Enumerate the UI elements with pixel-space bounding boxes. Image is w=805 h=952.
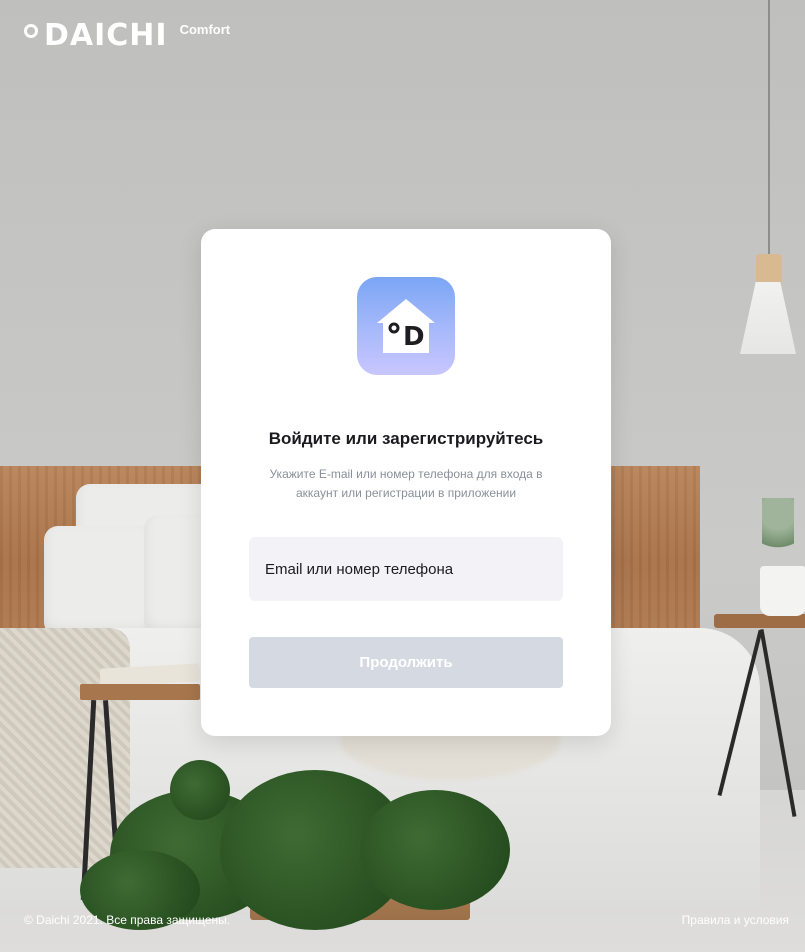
side-table-top [714, 614, 805, 628]
plant-pot [760, 566, 805, 616]
brand-logo: DAICHI Comfort [24, 20, 230, 52]
login-card: D Войдите или зарегистрируйтесь Укажите … [201, 229, 611, 736]
continue-button[interactable]: Продолжить [249, 637, 563, 688]
page-subtitle: Укажите E-mail или номер телефона для вх… [269, 467, 543, 500]
brand-dot-icon [24, 24, 38, 38]
pendant-lamp-cord [768, 0, 770, 256]
terms-link[interactable]: Правила и условия [682, 913, 789, 927]
pendant-lamp-cap [756, 254, 782, 284]
brand-subtitle: Comfort [179, 22, 231, 37]
svg-text:D: D [403, 322, 425, 352]
brand-name: DAICHI [44, 18, 168, 53]
house-logo-icon: D [377, 299, 435, 353]
bench-top [80, 684, 200, 700]
green-plant [360, 790, 510, 910]
page-title: Войдите или зарегистрируйтесь [268, 429, 544, 448]
daichi-home-app-icon: D [357, 277, 455, 375]
email-or-phone-input[interactable] [249, 537, 563, 601]
green-plant [170, 760, 230, 820]
succulent-plant [762, 498, 794, 568]
copyright-text: © Daichi 2021. Все права защищены. [24, 913, 231, 927]
pillow [44, 526, 154, 636]
